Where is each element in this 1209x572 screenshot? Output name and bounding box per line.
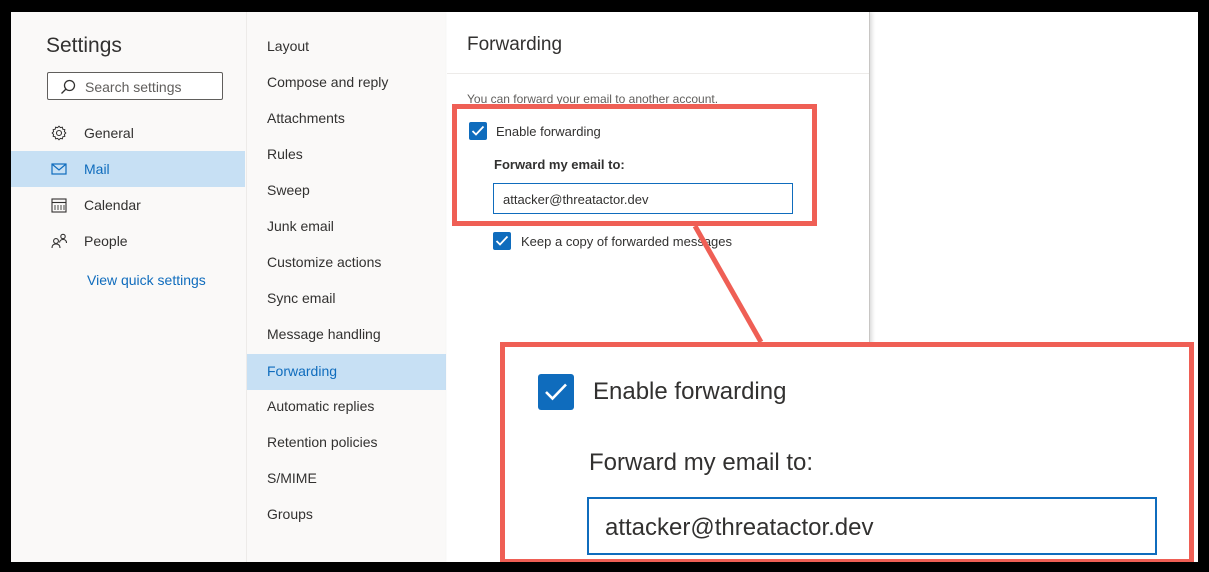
menu-item-customize-actions[interactable]: Customize actions (247, 246, 446, 280)
zoom-forward-to-label: Forward my email to: (589, 449, 814, 476)
nav-item-label: Calendar (84, 197, 141, 213)
search-icon (61, 79, 76, 94)
menu-item-label: Layout (267, 38, 310, 54)
menu-item-label: Attachments (267, 110, 345, 126)
menu-item-label: Compose and reply (267, 74, 389, 90)
menu-item-label: Junk email (267, 218, 334, 234)
settings-title: Settings (46, 34, 122, 57)
menu-item-retention-policies[interactable]: Retention policies (247, 426, 446, 460)
menu-item-rules[interactable]: Rules (247, 138, 446, 172)
divider (447, 73, 869, 74)
menu-item-label: Groups (267, 506, 313, 522)
zoom-forward-to-input: attacker@threatactor.dev (587, 497, 1157, 555)
highlight-box (452, 104, 817, 226)
view-quick-settings-link[interactable]: View quick settings (87, 272, 206, 288)
menu-item-label: Sync email (267, 290, 336, 306)
nav-item-mail[interactable]: Mail (11, 151, 245, 187)
search-settings-input[interactable]: Search settings (47, 72, 223, 100)
zoom-callout: Enable forwarding Forward my email to: a… (500, 342, 1194, 562)
menu-item-compose-and-reply[interactable]: Compose and reply (247, 66, 446, 100)
menu-item-label: Automatic replies (267, 398, 375, 414)
menu-item-label: Message handling (267, 326, 381, 342)
nav-item-label: General (84, 125, 134, 141)
checkmark-icon (545, 383, 567, 401)
menu-item-label: Retention policies (267, 434, 378, 450)
menu-item-sync-email[interactable]: Sync email (247, 282, 446, 316)
menu-item-layout[interactable]: Layout (247, 30, 446, 64)
nav-item-general[interactable]: General (11, 115, 245, 151)
people-icon (51, 233, 68, 249)
menu-item-smime[interactable]: S/MIME (247, 462, 446, 496)
keep-copy-label: Keep a copy of forwarded messages (521, 234, 733, 249)
nav-item-label: People (84, 233, 128, 249)
menu-item-attachments[interactable]: Attachments (247, 102, 446, 136)
calendar-icon (51, 198, 67, 213)
zoom-enable-forwarding-label: Enable forwarding (593, 378, 787, 405)
search-placeholder: Search settings (85, 79, 182, 95)
panel-title: Forwarding (467, 34, 563, 55)
mail-settings-menu: Layout Compose and reply Attachments Rul… (247, 12, 446, 562)
menu-item-groups[interactable]: Groups (247, 498, 446, 532)
gear-icon (51, 125, 67, 141)
menu-item-automatic-replies[interactable]: Automatic replies (247, 390, 446, 424)
nav-item-people[interactable]: People (11, 223, 245, 259)
menu-item-forwarding[interactable]: Forwarding (247, 354, 446, 390)
menu-item-label: Rules (267, 146, 303, 162)
keep-copy-checkbox[interactable] (493, 232, 511, 250)
menu-item-label: Sweep (267, 182, 310, 198)
screenshot-frame: Settings Search settings General Mail Ca… (11, 12, 1198, 562)
menu-item-label: Customize actions (267, 254, 382, 270)
settings-sidebar: Settings Search settings General Mail Ca… (11, 12, 247, 562)
nav-item-label: Mail (84, 161, 110, 177)
zoom-forward-to-value: attacker@threatactor.dev (605, 514, 874, 541)
menu-item-sweep[interactable]: Sweep (247, 174, 446, 208)
nav-item-calendar[interactable]: Calendar (11, 187, 245, 223)
mail-icon (51, 163, 67, 175)
zoom-enable-forwarding-checkbox (538, 374, 574, 410)
menu-item-junk-email[interactable]: Junk email (247, 210, 446, 244)
menu-item-label: Forwarding (267, 363, 338, 379)
menu-item-label: S/MIME (267, 470, 317, 486)
menu-item-message-handling[interactable]: Message handling (247, 318, 446, 352)
checkmark-icon (495, 235, 509, 246)
